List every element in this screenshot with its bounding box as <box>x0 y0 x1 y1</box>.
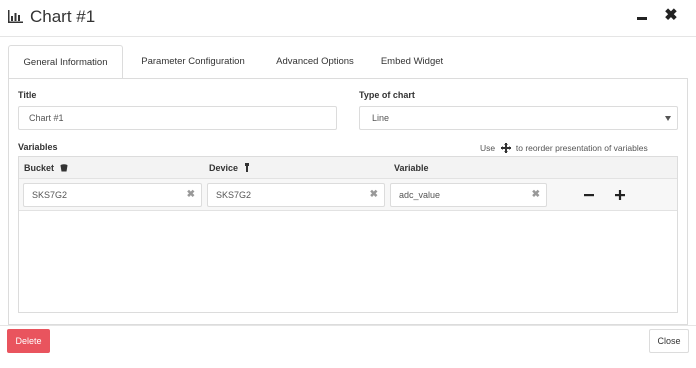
dialog-title: Chart #1 <box>30 7 96 26</box>
minus-icon[interactable] <box>582 188 596 202</box>
variable-column-header: Variable <box>394 163 429 173</box>
type-of-chart-label: Type of chart <box>359 90 415 100</box>
tab-parameter-configuration[interactable]: Parameter Configuration <box>131 45 255 79</box>
clear-bucket-icon[interactable]: ✖ <box>187 184 195 206</box>
chart-type-select[interactable]: Line <box>359 106 678 130</box>
variables-table-header: Bucket Device Variable <box>19 157 677 179</box>
device-column-header: Device <box>209 163 250 173</box>
tab-embed-widget[interactable]: Embed Widget <box>367 45 457 79</box>
variables-label: Variables <box>18 142 58 152</box>
bar-chart-icon <box>8 10 23 23</box>
close-icon[interactable]: ✖ <box>664 8 678 24</box>
plus-icon[interactable] <box>613 188 627 202</box>
dialog-header: Chart #1 ✖ <box>0 0 696 36</box>
delete-button[interactable]: Delete <box>7 329 50 353</box>
bucket-column-label: Bucket <box>24 163 55 173</box>
hint-suffix: to reorder presentation of variables <box>515 142 648 153</box>
chevron-down-icon <box>665 116 671 121</box>
variable-input[interactable]: adc_value ✖ <box>390 183 547 207</box>
device-icon <box>244 163 249 172</box>
title-label: Title <box>18 90 37 100</box>
bucket-value: SKS7G2 <box>32 190 68 200</box>
device-column-label: Device <box>209 163 239 173</box>
reorder-hint: Use to reorder presentation of variables <box>480 142 678 153</box>
hint-prefix: Use <box>480 142 496 153</box>
minimize-icon[interactable] <box>636 10 648 24</box>
footer-divider <box>0 325 696 326</box>
chart-type-value: Line <box>372 113 390 123</box>
header-divider <box>0 36 696 37</box>
clear-device-icon[interactable]: ✖ <box>370 184 378 206</box>
device-value: SKS7G2 <box>216 190 252 200</box>
close-button[interactable]: Close <box>649 329 689 353</box>
move-icon <box>500 142 511 153</box>
tab-general-information[interactable]: General Information <box>8 45 123 79</box>
clear-variable-icon[interactable]: ✖ <box>532 184 540 206</box>
variables-table: Bucket Device Variable SKS7G2 ✖ SKS7G2 ✖… <box>18 156 678 313</box>
device-input[interactable]: SKS7G2 ✖ <box>207 183 385 207</box>
tab-advanced-options[interactable]: Advanced Options <box>266 45 364 79</box>
bucket-input[interactable]: SKS7G2 ✖ <box>23 183 202 207</box>
variable-value: adc_value <box>399 190 441 200</box>
table-row: SKS7G2 ✖ SKS7G2 ✖ adc_value ✖ <box>19 179 677 211</box>
title-input[interactable] <box>18 106 337 130</box>
bucket-icon <box>60 164 68 172</box>
bucket-column-header: Bucket <box>24 163 68 173</box>
